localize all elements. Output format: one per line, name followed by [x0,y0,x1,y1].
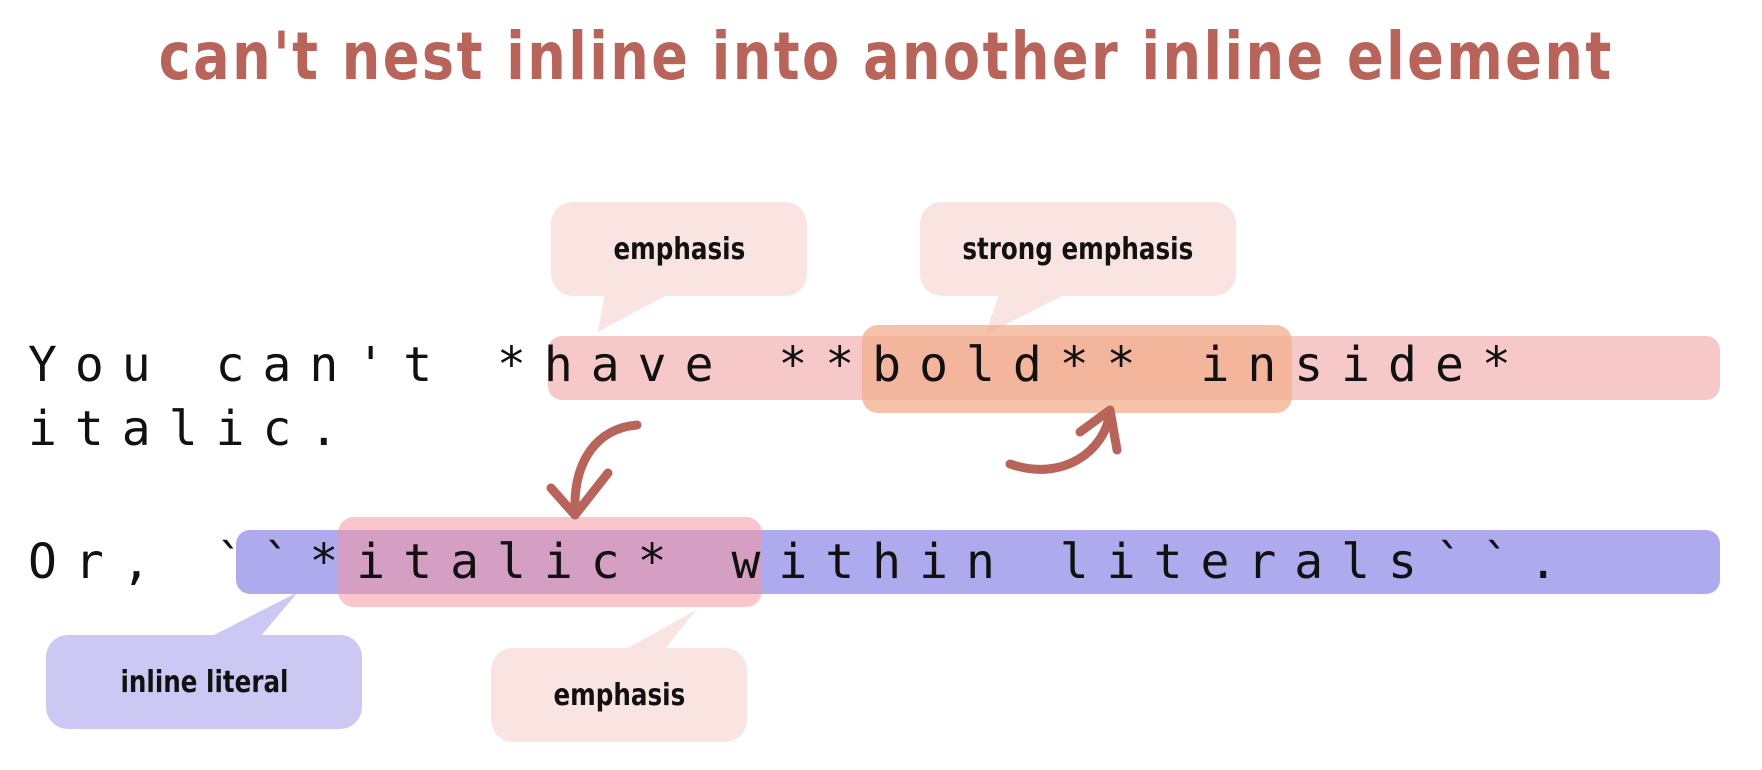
arrows-layer [546,405,1122,520]
diagram-canvas: can't nest inline into another inline el… [0,0,1762,770]
